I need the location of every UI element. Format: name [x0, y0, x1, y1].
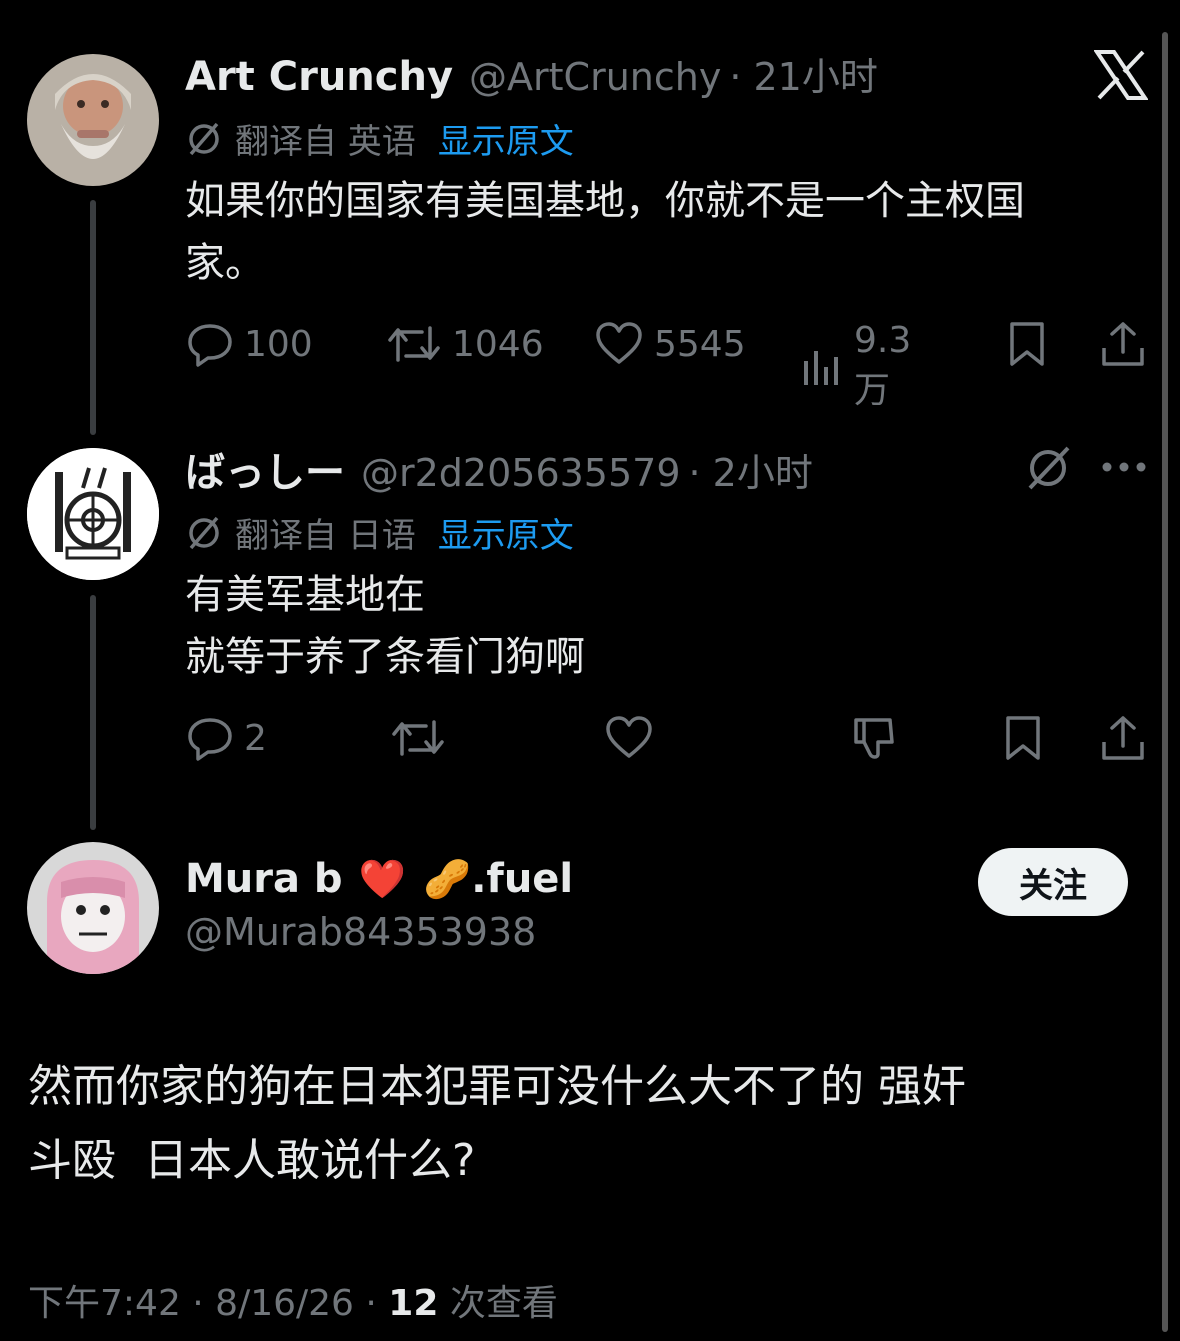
- show-original-link[interactable]: 显示原文: [438, 114, 574, 163]
- avatar[interactable]: [27, 54, 159, 186]
- like-button[interactable]: [604, 714, 654, 762]
- retweet-icon: [390, 714, 446, 762]
- reply-count: 2: [244, 717, 267, 759]
- tweet-text-line: 有美军基地在: [185, 572, 425, 618]
- display-name[interactable]: ばっしー: [185, 440, 345, 498]
- display-name-suffix: .fuel: [471, 856, 574, 902]
- avatar[interactable]: [27, 448, 159, 580]
- tweet-meta: 下午7:42 · 8/16/26 · 12 次查看: [28, 1274, 558, 1326]
- translation-info: 翻译自 日语 显示原文: [185, 508, 574, 557]
- grok-icon[interactable]: [1024, 444, 1072, 492]
- reply-icon: [186, 714, 234, 762]
- reply-button[interactable]: 100: [186, 320, 313, 368]
- handle-row: @Murab84353938: [185, 910, 536, 954]
- translation-info: 翻译自 英语 显示原文: [185, 114, 574, 163]
- tweet-text-line: 然而你家的狗在日本犯罪可没什么大不了的 强奸: [28, 1061, 966, 1112]
- avatar[interactable]: [27, 842, 159, 974]
- bookmark-button[interactable]: [1000, 714, 1046, 762]
- heart-emoji-icon: ❤️: [358, 857, 406, 901]
- downvote-button[interactable]: [850, 714, 898, 762]
- retweet-count: 1046: [452, 323, 544, 365]
- reply-icon: [186, 320, 234, 368]
- heart-icon: [594, 320, 644, 368]
- reply-count: 100: [244, 323, 313, 365]
- view-label: 次查看: [438, 1283, 558, 1324]
- thread-line: [90, 200, 96, 435]
- timestamp[interactable]: 下午7:42 · 8/16/26 ·: [28, 1274, 388, 1326]
- translate-icon: [185, 120, 223, 158]
- like-button[interactable]: 5545: [594, 320, 746, 368]
- translated-from-label: 翻译自 日语: [235, 516, 416, 556]
- thread-line: [90, 595, 96, 830]
- translate-icon: [185, 514, 223, 552]
- bookmark-button[interactable]: [1004, 320, 1050, 368]
- tweet-text-line: 如果你的国家有美国基地，你就不是一个主权国: [185, 178, 1025, 224]
- user-handle[interactable]: @ArtCrunchy: [469, 55, 721, 99]
- views-count: 9.3万: [854, 320, 912, 411]
- tweet-header: ばっしー @r2d205635579 · 2小时: [185, 440, 813, 498]
- tweet-text: 有美军基地在 就等于养了条看门狗啊: [185, 564, 1145, 688]
- follow-button[interactable]: 关注: [978, 848, 1128, 916]
- bookmark-icon: [1004, 320, 1050, 368]
- tweet-text-line: 斗殴 日本人敢说什么?: [28, 1135, 476, 1186]
- tweet-text-line: 就等于养了条看门狗啊: [185, 634, 585, 680]
- timestamp[interactable]: · 21小时: [729, 46, 878, 101]
- timestamp[interactable]: · 2小时: [689, 442, 813, 497]
- bookmark-icon: [1000, 714, 1046, 762]
- peanut-emoji-icon: 🥜: [423, 857, 472, 901]
- share-icon: [1100, 320, 1146, 368]
- translated-from-label: 翻译自 英语: [235, 122, 416, 162]
- user-handle[interactable]: @r2d205635579: [361, 451, 681, 495]
- retweet-button[interactable]: [390, 714, 446, 762]
- scrollbar[interactable]: [1162, 32, 1168, 1332]
- x-logo-icon[interactable]: [1094, 50, 1148, 100]
- reply-button[interactable]: 2: [186, 714, 267, 762]
- views-button[interactable]: 9.3万: [800, 320, 911, 413]
- tweet-header: Art Crunchy @ArtCrunchy · 21小时: [185, 46, 878, 101]
- display-name-row: Mura b ❤️ 🥜 .fuel: [185, 856, 573, 902]
- retweet-icon: [386, 320, 442, 368]
- more-options-icon[interactable]: [1100, 460, 1148, 474]
- retweet-button[interactable]: 1046: [386, 320, 544, 368]
- view-count: 12: [388, 1283, 439, 1324]
- tweet-text-line: 家。: [185, 240, 265, 286]
- tweet-text: 然而你家的狗在日本犯罪可没什么大不了的 强奸 斗殴 日本人敢说什么?: [28, 1050, 1138, 1198]
- thumbs-down-icon: [850, 714, 898, 762]
- display-name[interactable]: Art Crunchy: [185, 54, 453, 100]
- share-button[interactable]: [1100, 714, 1146, 762]
- show-original-link[interactable]: 显示原文: [438, 508, 574, 557]
- heart-icon: [604, 714, 654, 762]
- display-name[interactable]: Mura b: [185, 856, 343, 902]
- share-button[interactable]: [1100, 320, 1146, 368]
- views-icon: [800, 343, 844, 391]
- tweet-text: 如果你的国家有美国基地，你就不是一个主权国 家。: [185, 170, 1145, 294]
- user-handle[interactable]: @Murab84353938: [185, 910, 536, 954]
- share-icon: [1100, 714, 1146, 762]
- like-count: 5545: [654, 323, 746, 365]
